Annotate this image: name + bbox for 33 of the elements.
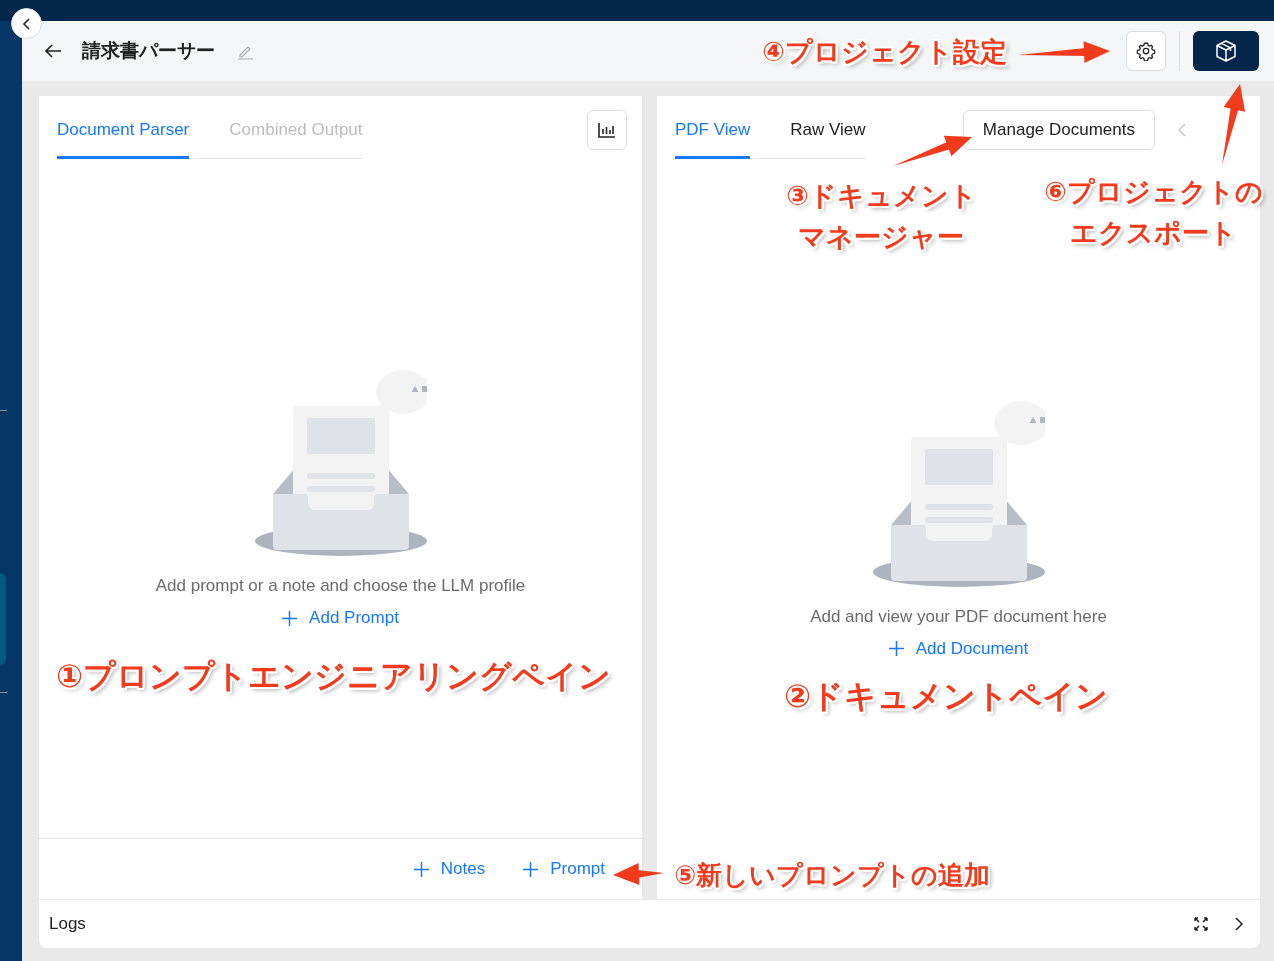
settings-button[interactable]	[1126, 31, 1166, 71]
chevron-right-icon[interactable]	[1234, 917, 1243, 931]
pane-tab[interactable]: Raw View	[790, 110, 866, 159]
plus-icon	[523, 861, 539, 877]
logs-bar[interactable]: Logs	[39, 900, 1260, 948]
add-prompt-link[interactable]: Add Prompt	[282, 608, 399, 628]
add-document-link[interactable]: Add Document	[888, 638, 1029, 659]
plus-icon	[413, 861, 429, 877]
callout-label: ④プロジェクト設定	[762, 36, 1007, 69]
add-button[interactable]: Prompt	[523, 859, 605, 879]
callout-label: ③ドキュメント マネージャー	[786, 180, 977, 254]
empty-state-message: Add and view your PDF document here	[810, 606, 1107, 627]
plus-icon	[888, 641, 904, 656]
logs-label: Logs	[49, 914, 86, 934]
callout-label: ⑤新しいプロンプトの追加	[674, 859, 990, 892]
bar-chart-icon	[598, 122, 616, 138]
project-title: 請求書パーサー	[82, 39, 215, 63]
plus-icon	[282, 610, 298, 626]
chart-button[interactable]	[587, 110, 627, 150]
callout-arrow	[613, 863, 664, 885]
callout-label: ②ドキュメントペイン	[784, 677, 1109, 716]
expand-icon[interactable]	[1194, 917, 1208, 931]
pane-tab[interactable]: PDF View	[675, 110, 751, 159]
back-arrow-icon[interactable]	[44, 43, 62, 59]
add-button[interactable]: Notes	[413, 859, 486, 879]
cube-icon	[1214, 39, 1238, 63]
export-button[interactable]	[1193, 31, 1259, 71]
callout-label: ①プロンプトエンジニアリングペイン	[56, 657, 612, 696]
pane-tab[interactable]: Document Parser	[57, 110, 190, 159]
callout-label: ⑥プロジェクトの エクスポート	[1044, 176, 1263, 250]
settings-icon	[1136, 41, 1156, 61]
empty-state-message: Add prompt or a note and choose the LLM profile	[155, 576, 526, 596]
manage-documents-button[interactable]: Manage Documents	[962, 110, 1155, 150]
